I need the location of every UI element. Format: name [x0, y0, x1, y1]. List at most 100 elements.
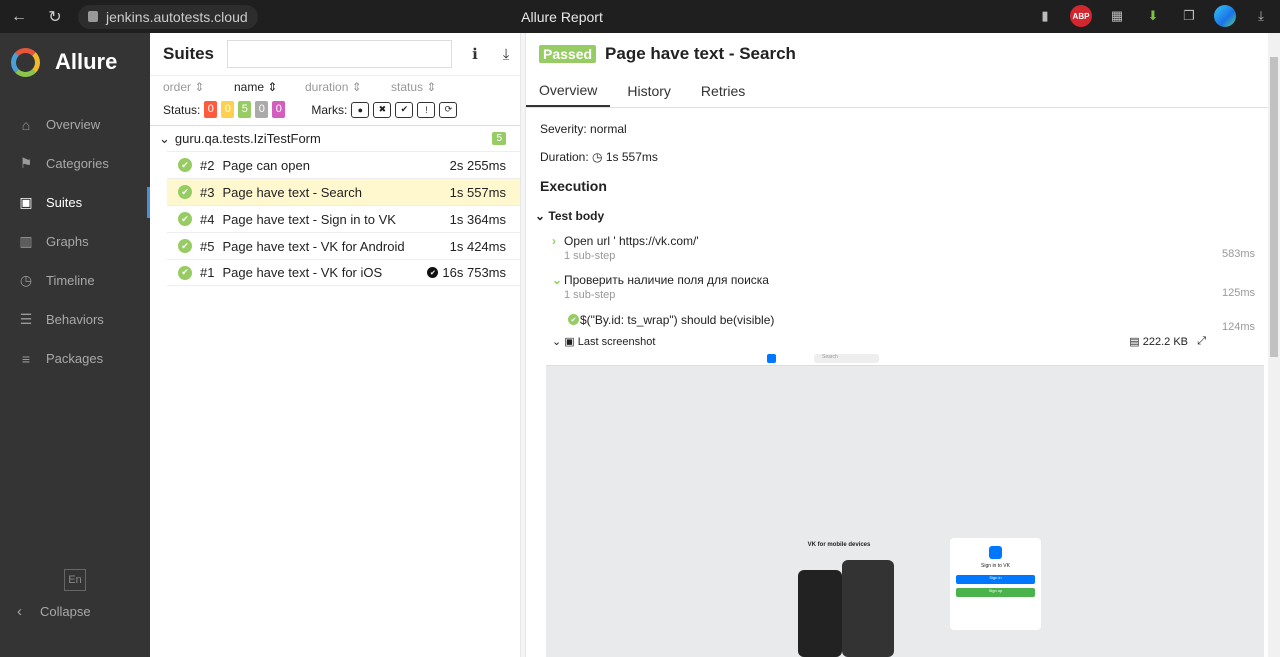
- test-row[interactable]: ✔ #4 Page have text - Sign in to VK 1s 3…: [167, 205, 520, 232]
- fullscreen-icon[interactable]: ⤢: [1197, 335, 1206, 348]
- test-row[interactable]: ✔ #5 Page have text - VK for Android 1s …: [167, 232, 520, 259]
- profile-edge-icon[interactable]: [1214, 5, 1236, 27]
- status-filter: Status: 0 0 5 0 0 Marks: ● ✖ ✔ ! ⟳: [150, 98, 520, 121]
- test-name: Page have text - Sign in to VK: [222, 211, 396, 227]
- suite-count-badge: 5: [492, 132, 506, 145]
- scrollbar[interactable]: [1268, 33, 1280, 657]
- passed-check-icon: ✔: [178, 212, 192, 226]
- test-duration: 16s 753ms: [442, 265, 506, 280]
- extensions-icon[interactable]: ❐: [1178, 5, 1200, 27]
- retries-mark-icon[interactable]: ⟳: [439, 101, 458, 118]
- test-number: #4: [200, 211, 215, 227]
- sidebar-item-categories[interactable]: ⚑ Categories: [0, 144, 150, 183]
- info-icon[interactable]: ℹ: [467, 45, 483, 63]
- adblock-icon[interactable]: ABP: [1070, 5, 1092, 27]
- new-passed-mark-icon[interactable]: ✔: [395, 101, 414, 118]
- phone-mockup: [798, 570, 842, 657]
- sidebar-item-label: Suites: [46, 195, 83, 210]
- sidebar-item-packages[interactable]: ≡ Packages: [0, 339, 150, 378]
- status-passed-badge[interactable]: 5: [238, 101, 252, 118]
- sidebar-item-graphs[interactable]: ▥ Graphs: [0, 222, 150, 261]
- align-left-icon: ≡: [21, 350, 31, 367]
- language-button[interactable]: En: [64, 569, 86, 591]
- new-passed-mark-icon: ✔: [427, 267, 439, 278]
- test-row[interactable]: ✔ #2 Page can open 2s 255ms: [167, 151, 520, 178]
- bookmark-icon[interactable]: ▮: [1034, 5, 1056, 27]
- status-broken-badge[interactable]: 0: [221, 101, 235, 118]
- test-row[interactable]: ✔ #1 Page have text - VK for iOS ✔ 16s 75…: [167, 259, 520, 286]
- attachment-header[interactable]: ⌄ ▣ Last screenshot ▤ 222.2 KB ⤢: [526, 335, 1268, 351]
- new-failed-mark-icon[interactable]: ✖: [373, 101, 392, 118]
- screenshot-preview[interactable]: Search VK for mobile devices Sign in to …: [546, 352, 1264, 657]
- phone-mockup: [842, 560, 894, 657]
- suites-title: Suites: [163, 44, 215, 63]
- vk-logo-icon: [989, 546, 1002, 559]
- test-number: #2: [200, 157, 215, 173]
- test-row[interactable]: ✔ #3 Page have text - Search 1s 557ms: [167, 178, 520, 205]
- assert-step[interactable]: ✔ $("By.id: ts_wrap") should be(visible)…: [526, 313, 1268, 333]
- sidebar-item-timeline[interactable]: ◷ Timeline: [0, 261, 150, 300]
- sidebar-item-overview[interactable]: ⌂ Overview: [0, 105, 150, 144]
- step-item[interactable]: › Open url ' https://vk.com/' 1 sub-step…: [526, 234, 1268, 262]
- sidebar-item-label: Timeline: [46, 273, 95, 288]
- search-input[interactable]: [227, 40, 453, 68]
- execution-heading: Execution: [540, 178, 607, 194]
- suite-group[interactable]: ⌄ guru.qa.tests.IziTestForm 5: [150, 125, 520, 151]
- severity: Severity: normal: [540, 122, 627, 136]
- test-duration: 1s 364ms: [449, 211, 506, 227]
- scrollbar-thumb[interactable]: [1270, 57, 1278, 357]
- vk-signin-button: Sign in: [956, 575, 1035, 584]
- vk-signup-button: Sign up: [956, 588, 1035, 597]
- back-arrow-icon[interactable]: ←: [6, 8, 32, 26]
- tab-history[interactable]: History: [614, 74, 684, 107]
- chevron-right-icon: ›: [552, 234, 556, 248]
- download-icon[interactable]: ⤓: [498, 46, 514, 63]
- sort-order[interactable]: order ⇕: [163, 80, 234, 94]
- sidebar-item-label: Overview: [46, 117, 101, 132]
- sort-duration[interactable]: duration ⇕: [305, 80, 391, 94]
- step-substeps: 1 sub-step: [564, 289, 616, 301]
- status-skipped-badge[interactable]: 0: [255, 101, 269, 118]
- test-number: #3: [200, 184, 215, 200]
- tab-retries[interactable]: Retries: [688, 74, 758, 107]
- sidebar-item-behaviors[interactable]: ☰ Behaviors: [0, 300, 150, 339]
- sidebar-item-label: Categories: [46, 156, 109, 171]
- sidebar-item-label: Behaviors: [46, 312, 104, 327]
- tab-overview[interactable]: Overview: [526, 74, 611, 107]
- vk-heading: VK for mobile devices: [807, 542, 871, 548]
- reload-icon[interactable]: ↻: [42, 7, 68, 27]
- flag-icon: ⚑: [19, 155, 33, 171]
- sort-name[interactable]: name ⇕: [234, 80, 305, 94]
- test-name: Page can open: [222, 157, 310, 173]
- passed-check-icon: ✔: [178, 185, 192, 199]
- home-icon: ⌂: [21, 116, 31, 133]
- sidebar-item-suites[interactable]: ▣ Suites: [0, 183, 150, 222]
- flaky-mark-icon[interactable]: ●: [351, 101, 370, 118]
- status-failed-badge[interactable]: 0: [204, 101, 218, 118]
- sidebar: Allure ⌂ Overview ⚑ Categories ▣ Suites ▥ Gr…: [0, 33, 150, 657]
- download-arrow-icon[interactable]: ⬇: [1142, 5, 1164, 27]
- image-icon: ▣: [564, 336, 575, 348]
- test-name: Page have text - VK for Android: [222, 238, 405, 254]
- extension-grid-icon[interactable]: ▦: [1106, 5, 1128, 27]
- list-icon: ☰: [19, 311, 33, 327]
- duration-label: Duration:: [540, 150, 589, 164]
- test-duration: 2s 255ms: [449, 157, 506, 173]
- allure-logo-icon: [11, 47, 40, 77]
- step-item[interactable]: ⌄ Проверить наличие поля для поиска 1 su…: [526, 273, 1268, 301]
- downloads-icon[interactable]: ⤓: [1250, 5, 1272, 27]
- duration-row: Duration: ◷ 1s 557ms: [526, 150, 1268, 164]
- test-body-toggle[interactable]: ⌄ Test body: [526, 209, 1268, 223]
- status-unknown-badge[interactable]: 0: [272, 101, 286, 118]
- collapse-button[interactable]: ‹ Collapse: [17, 603, 91, 620]
- vk-logo-icon: [767, 354, 776, 363]
- new-broken-mark-icon[interactable]: !: [417, 101, 436, 118]
- sort-status[interactable]: status ⇕: [391, 80, 462, 94]
- brand[interactable]: Allure: [0, 33, 150, 91]
- attachment-size: ▤ 222.2 KB: [1129, 336, 1188, 348]
- bar-chart-icon: ▥: [19, 233, 33, 249]
- address-bar[interactable]: jenkins.autotests.cloud: [78, 4, 258, 29]
- chevron-down-icon: ⌄: [159, 130, 170, 146]
- sidebar-item-label: Packages: [46, 351, 104, 366]
- test-duration: 1s 424ms: [449, 238, 506, 254]
